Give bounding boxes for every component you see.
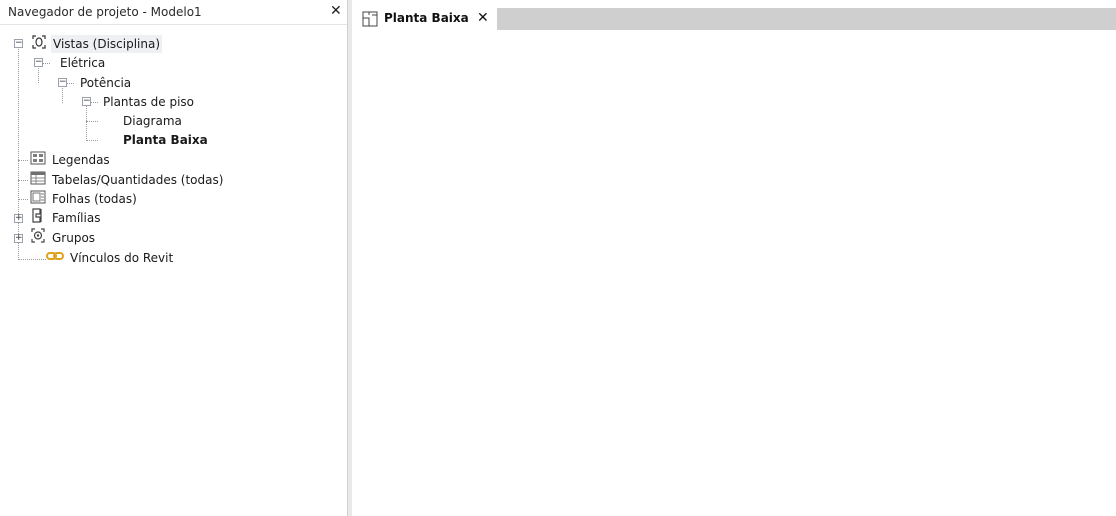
tab-label: Planta Baixa [384, 11, 469, 25]
project-browser-title: Navegador de projeto - Modelo1 [8, 5, 202, 19]
tab-strip-background [497, 8, 1116, 30]
link-icon [46, 249, 64, 267]
views-icon [31, 34, 47, 55]
drawing-area[interactable] [352, 34, 1116, 516]
group-icon [30, 228, 46, 248]
schedule-icon [30, 171, 46, 190]
tree-item-planta-baixa[interactable]: Planta Baixa [121, 131, 210, 149]
tree-connector [18, 47, 19, 260]
tree-connector [18, 199, 28, 200]
tree-item-label: Grupos [52, 231, 96, 245]
tree-item-eletrica[interactable]: Elétrica [58, 54, 107, 72]
tree-item-familias[interactable]: Famílias [30, 208, 102, 228]
tree-item-label: Elétrica [60, 56, 106, 70]
tab-planta-baixa[interactable]: Planta Baixa ✕ [352, 8, 497, 30]
legend-icon [30, 151, 46, 170]
tree-item-label: Legendas [52, 153, 110, 167]
tree-item-legendas[interactable]: Legendas [30, 151, 112, 169]
collapse-toggle-eletrica[interactable]: − [34, 58, 43, 67]
tree-item-tabelas[interactable]: Tabelas/Quantidades (todas) [30, 171, 225, 189]
tree-item-vinculos[interactable]: Vínculos do Revit [46, 249, 175, 267]
project-browser: Navegador de projeto - Modelo1 ✕ − Vista… [0, 0, 347, 516]
collapse-toggle-vistas[interactable]: − [14, 39, 23, 48]
tree-item-label: Tabelas/Quantidades (todas) [52, 173, 224, 187]
tree-item-label: Famílias [52, 211, 101, 225]
tree-item-diagrama[interactable]: Diagrama [121, 112, 184, 130]
tree-item-plantas-de-piso[interactable]: Plantas de piso [101, 93, 196, 111]
tree-item-label: Vínculos do Revit [70, 251, 174, 265]
tree-connector [86, 103, 87, 141]
tree-item-label: Plantas de piso [103, 95, 195, 109]
tree-connector [18, 160, 28, 161]
tree-connector [18, 259, 46, 260]
collapse-toggle-potencia[interactable]: − [58, 78, 67, 87]
sheet-icon [30, 190, 46, 209]
collapse-toggle-plantas[interactable]: − [82, 97, 91, 106]
tree-item-folhas[interactable]: Folhas (todas) [30, 190, 139, 208]
revit-window: Navegador de projeto - Modelo1 ✕ − Vista… [0, 0, 1116, 516]
tree-connector [90, 102, 98, 103]
project-browser-tree: − Vistas (Disciplina) − Elétrica − Potên… [0, 33, 347, 513]
tree-item-vistas[interactable]: Vistas (Disciplina) [31, 34, 163, 55]
tree-connector [42, 63, 50, 64]
tree-item-label: Vistas (Disciplina) [51, 35, 163, 53]
tree-item-label: Folhas (todas) [52, 192, 137, 206]
floor-plan-icon [362, 11, 378, 30]
tree-connector [86, 121, 98, 122]
view-tab-strip: Planta Baixa ✕ [352, 0, 1116, 34]
tree-connector [86, 140, 98, 141]
family-icon [30, 208, 46, 228]
expand-toggle-familias[interactable]: + [14, 214, 23, 223]
tree-item-label: Diagrama [123, 114, 182, 128]
close-icon[interactable]: ✕ [477, 10, 489, 26]
close-icon[interactable]: ✕ [330, 3, 342, 19]
tree-item-potencia[interactable]: Potência [78, 74, 133, 92]
tree-item-label: Planta Baixa [123, 133, 208, 147]
tree-connector [66, 83, 74, 84]
tree-item-label: Potência [80, 76, 132, 90]
tree-connector [18, 180, 28, 181]
project-browser-header: Navegador de projeto - Modelo1 ✕ [0, 0, 347, 25]
tree-item-grupos[interactable]: Grupos [30, 228, 97, 248]
expand-toggle-grupos[interactable]: + [14, 234, 23, 243]
